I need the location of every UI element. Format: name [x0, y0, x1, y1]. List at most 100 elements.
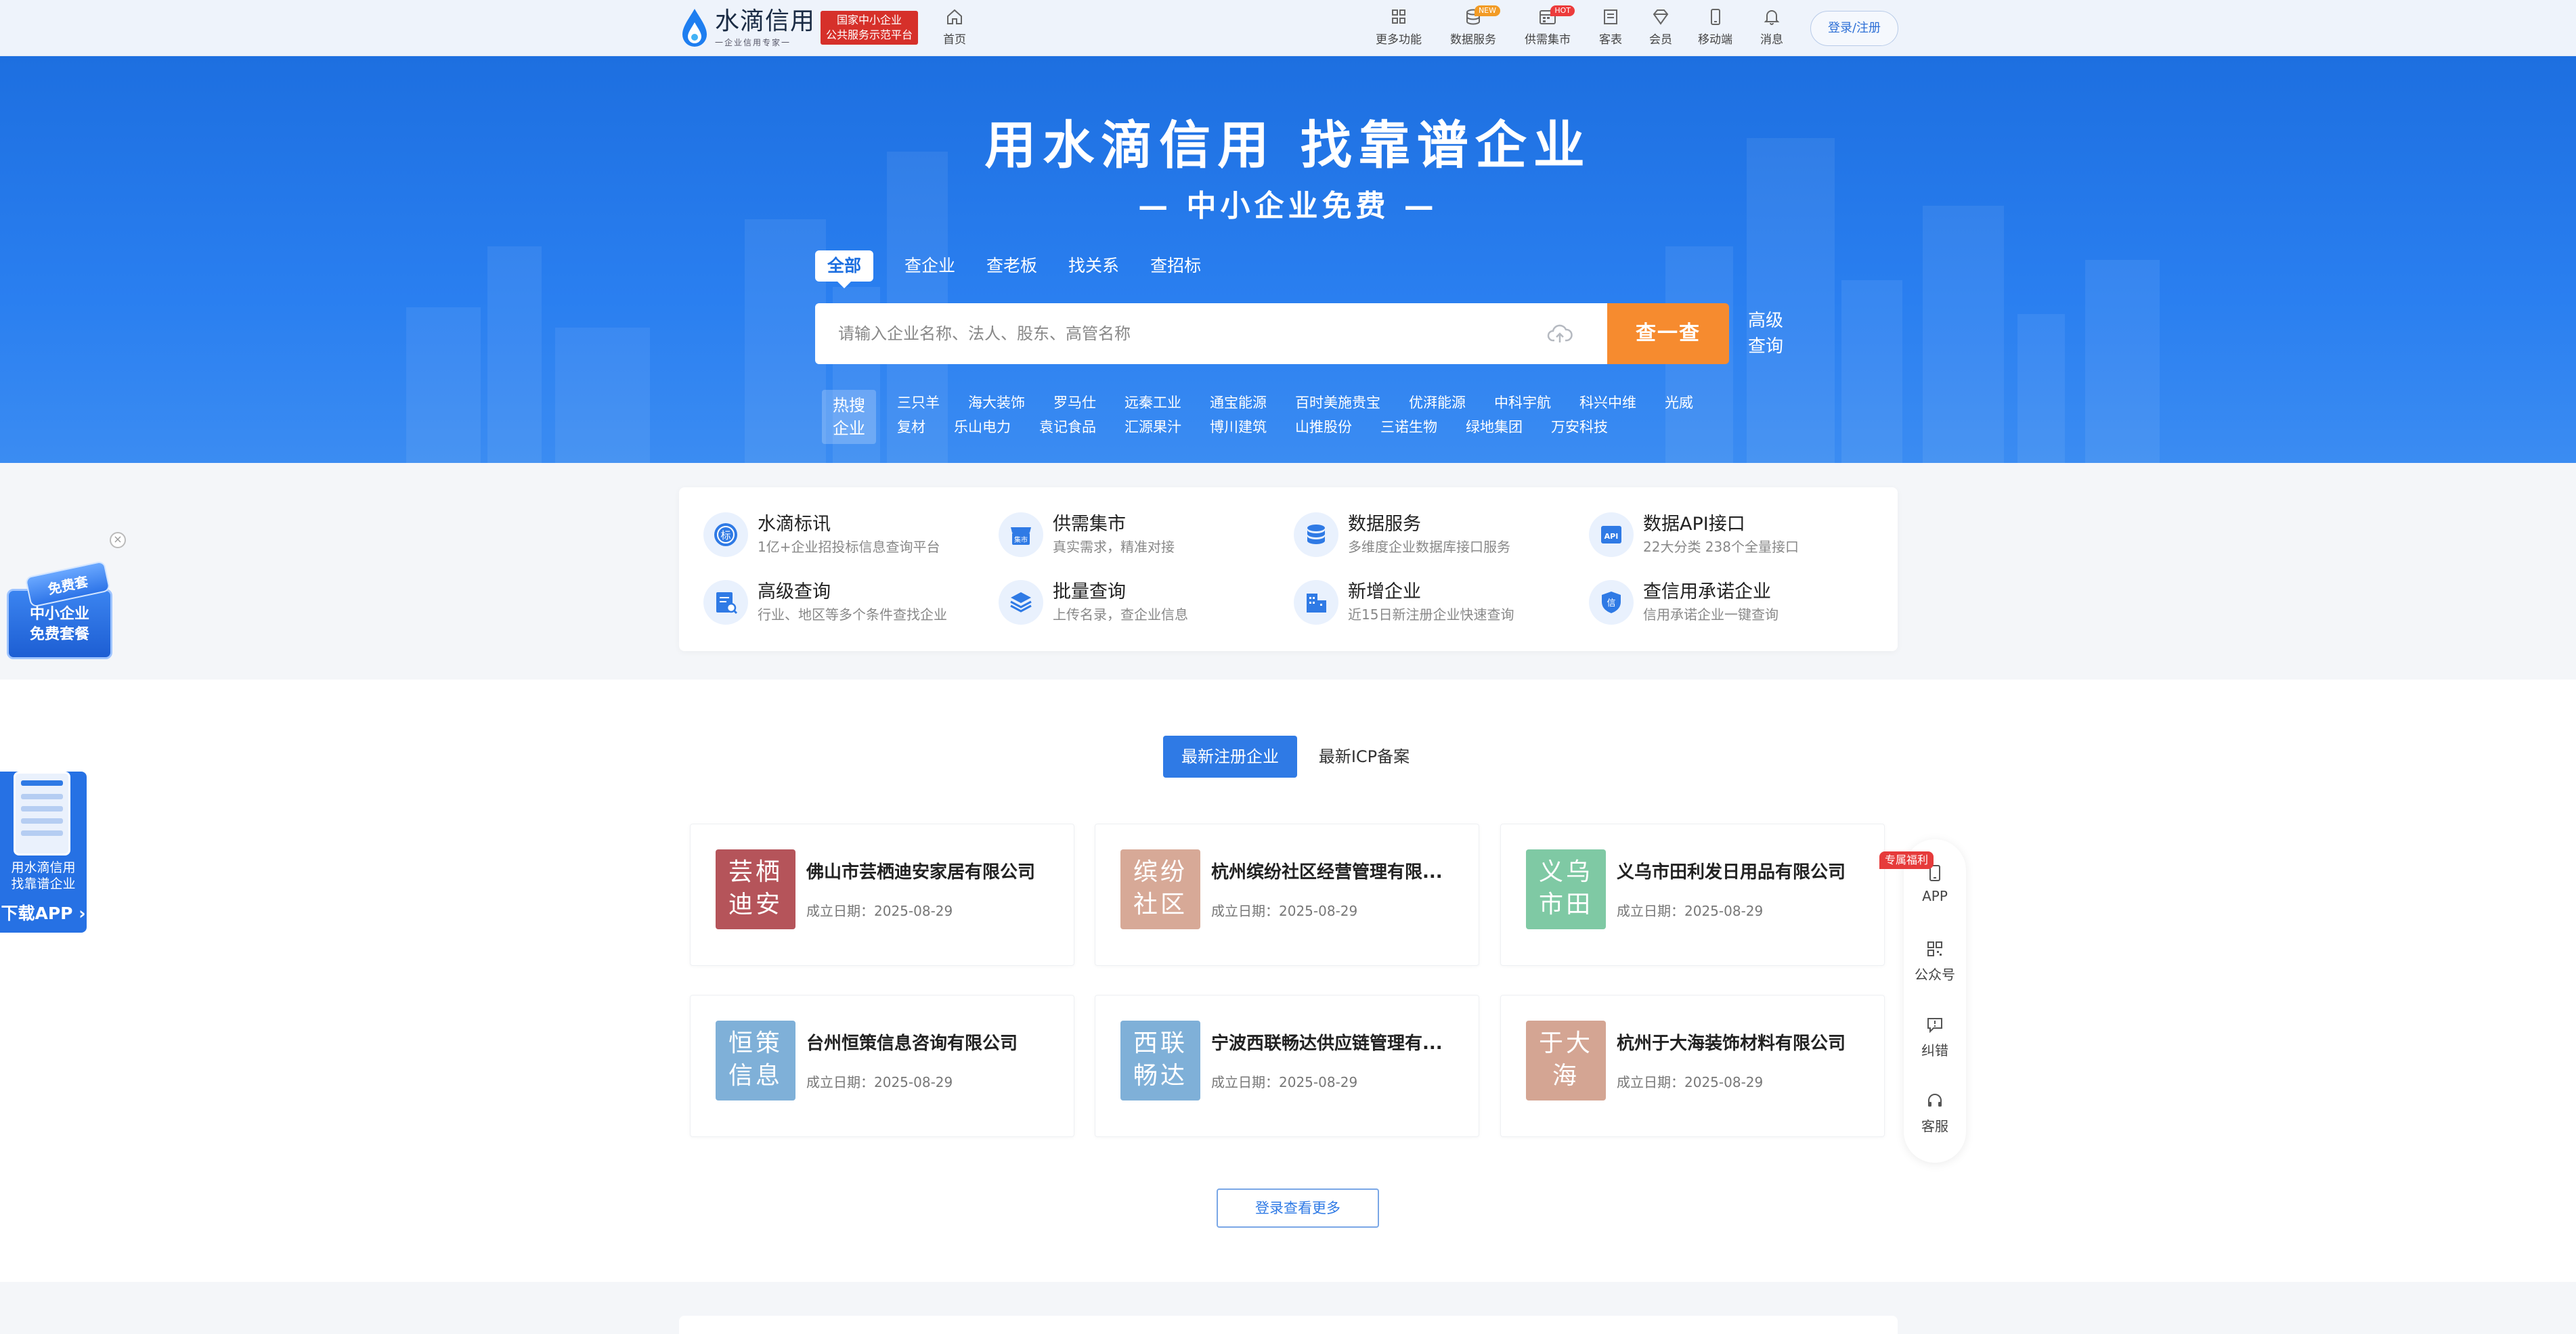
company-card[interactable]: 西联 畅达 宁波西联畅达供应链管理有... 成立日期：2025-08-29 — [1095, 995, 1479, 1137]
view-more-button[interactable]: 登录查看更多 — [1217, 1188, 1379, 1228]
free-package-line-2: 免费套餐 — [29, 626, 89, 643]
service-batch-query[interactable]: 批量查询 上传名录，查企业信息 — [999, 575, 1290, 629]
hot-search-item[interactable]: 袁记食品 — [1039, 415, 1096, 439]
tab-company[interactable]: 查企业 — [904, 250, 955, 282]
advanced-search-icon — [716, 592, 738, 615]
hot-search-item[interactable]: 百时美施贵宝 — [1295, 391, 1380, 415]
search-button[interactable]: 查一查 — [1607, 303, 1729, 364]
nav-item-label: 更多功能 — [1376, 33, 1422, 47]
nav-item-label: 客表 — [1599, 33, 1622, 47]
svg-text:信: 信 — [1607, 598, 1615, 608]
tab-boss[interactable]: 查老板 — [986, 250, 1037, 282]
nav-more-functions[interactable]: 更多功能 — [1376, 8, 1422, 47]
company-date: 成立日期：2025-08-29 — [1211, 1074, 1358, 1090]
hot-search-item[interactable]: 山推股份 — [1295, 415, 1352, 439]
nav-item-label: 移动端 — [1698, 33, 1732, 47]
hot-search-item[interactable]: 科兴中维 — [1579, 391, 1636, 415]
rbar-wechat[interactable]: 公众号 — [1904, 939, 1966, 983]
company-card[interactable]: 缤纷 社区 杭州缤纷社区经营管理有限... 成立日期：2025-08-29 — [1095, 824, 1479, 966]
rbar-label: 客服 — [1921, 1118, 1948, 1134]
close-icon[interactable]: × — [110, 532, 126, 548]
company-avatar: 于大海 — [1526, 1021, 1606, 1100]
hot-search-item[interactable]: 绿地集团 — [1466, 415, 1523, 439]
company-avatar: 西联 畅达 — [1120, 1021, 1200, 1100]
hot-search-item[interactable]: 远秦工业 — [1125, 391, 1181, 415]
service-api[interactable]: API 数据API接口 22大分类 238个全量接口 — [1589, 508, 1880, 562]
company-card[interactable]: 于大海 杭州于大海装饰材料有限公司 成立日期：2025-08-29 — [1500, 995, 1885, 1137]
hot-search-item[interactable]: 三只羊 — [897, 391, 940, 415]
bell-icon — [1764, 10, 1780, 25]
advanced-search-link[interactable]: 高级 查询 — [1748, 308, 1789, 359]
service-new-companies[interactable]: 新增企业 近15日新注册企业快速查询 — [1294, 575, 1585, 629]
exclusive-benefit-badge[interactable]: 专属福利 — [1879, 851, 1934, 869]
cloud-upload-icon[interactable] — [1546, 320, 1573, 347]
hot-search-item[interactable]: 乐山电力 — [954, 415, 1011, 439]
company-date: 成立日期：2025-08-29 — [806, 1074, 953, 1090]
rbar-support[interactable]: 客服 — [1904, 1091, 1966, 1135]
hot-search-row: 复材 乐山电力 袁记食品 汇源果汁 博川建筑 山推股份 三诺生物 绿地集团 万安科技 — [897, 415, 1777, 439]
service-title: 供需集市 — [1053, 514, 1126, 535]
hot-label-line-2: 企业 — [833, 419, 865, 438]
service-desc: 上传名录，查企业信息 — [1053, 606, 1188, 623]
hot-search-item[interactable]: 罗马仕 — [1053, 391, 1096, 415]
hot-search-label: 热搜 企业 — [822, 390, 876, 444]
tab-all[interactable]: 全部 — [815, 250, 874, 288]
database-icon — [1307, 525, 1325, 544]
home-icon — [947, 9, 962, 24]
hot-search-item[interactable]: 博川建筑 — [1210, 415, 1267, 439]
service-market[interactable]: 集市 供需集市 真实需求，精准对接 — [999, 508, 1290, 562]
search-input[interactable] — [815, 303, 1546, 364]
layers-icon — [1010, 592, 1032, 613]
company-card[interactable]: 义乌 市田 义乌市田利发日用品有限公司 成立日期：2025-08-29 — [1500, 824, 1885, 966]
hot-search-item[interactable]: 优湃能源 — [1409, 391, 1466, 415]
advanced-line-2: 查询 — [1748, 336, 1784, 357]
hot-search-item[interactable]: 复材 — [897, 415, 925, 439]
top-navbar: 水滴信用 一企业信用专家一 国家中小企业 公共服务示范平台 首页 更多功能 数据… — [0, 0, 2576, 56]
service-desc: 1亿+企业招投标信息查询平台 — [758, 539, 940, 555]
nav-supply-demand[interactable]: 供需集市 HOT — [1525, 5, 1575, 47]
nav-home[interactable]: 首页 — [938, 8, 972, 47]
nav-data-service[interactable]: 数据服务 NEW — [1450, 5, 1500, 47]
company-card[interactable]: 芸栖 迪安 佛山市芸栖迪安家居有限公司 成立日期：2025-08-29 — [690, 824, 1074, 966]
water-drop-logo-icon — [680, 7, 710, 48]
hot-search-item[interactable]: 万安科技 — [1551, 415, 1608, 439]
new-tag: NEW — [1474, 5, 1500, 16]
company-name: 佛山市芸栖迪安家居有限公司 — [806, 862, 1036, 883]
service-credit-promise[interactable]: 信 查信用承诺企业 信用承诺企业一键查询 — [1589, 575, 1880, 629]
nav-item-label: 供需集市 — [1525, 33, 1571, 47]
service-title: 高级查询 — [758, 581, 831, 602]
hot-search-item[interactable]: 海大装饰 — [968, 391, 1025, 415]
svg-text:API: API — [1604, 532, 1619, 541]
service-title: 数据服务 — [1348, 514, 1421, 535]
hot-search-item[interactable]: 中科宇航 — [1494, 391, 1551, 415]
nav-mobile[interactable]: 移动端 — [1698, 8, 1732, 47]
company-date: 成立日期：2025-08-29 — [1211, 903, 1358, 919]
nav-messages[interactable]: 消息 — [1760, 8, 1783, 47]
service-data[interactable]: 数据服务 多维度企业数据库接口服务 — [1294, 508, 1585, 562]
tab-relation[interactable]: 找关系 — [1068, 250, 1119, 282]
service-bid[interactable]: 标 水滴标讯 1亿+企业招投标信息查询平台 — [703, 508, 995, 562]
tab-latest-registered[interactable]: 最新注册企业 — [1163, 736, 1297, 778]
hot-search-item[interactable]: 通宝能源 — [1210, 391, 1267, 415]
right-float-bar: APP 公众号 纠错 客服 — [1904, 839, 1966, 1163]
nav-kebiao[interactable]: 客表 — [1599, 8, 1622, 47]
tab-bidding[interactable]: 查招标 — [1150, 250, 1201, 282]
nav-membership[interactable]: 会员 — [1649, 8, 1672, 47]
badge-line-2: 公共服务示范平台 — [826, 28, 913, 41]
company-card[interactable]: 恒策 信息 台州恒策信息咨询有限公司 成立日期：2025-08-29 — [690, 995, 1074, 1137]
service-advanced-query[interactable]: 高级查询行业、地区等多个条件查找企业 — [703, 575, 995, 629]
site-logo[interactable]: 水滴信用 一企业信用专家一 国家中小企业 公共服务示范平台 — [680, 7, 919, 49]
hot-search-item[interactable]: 三诺生物 — [1380, 415, 1437, 439]
phone-preview-icon — [14, 772, 70, 855]
hot-search-item[interactable]: 汇源果汁 — [1125, 415, 1181, 439]
tab-latest-icp[interactable]: 最新ICP备案 — [1313, 736, 1415, 778]
hot-search-item[interactable]: 光威 — [1665, 391, 1693, 415]
service-desc: 行业、地区等多个条件查找企业 — [758, 606, 947, 623]
rbar-feedback[interactable]: 纠错 — [1904, 1015, 1966, 1059]
rbar-app[interactable]: APP — [1904, 864, 1966, 904]
download-app-float[interactable]: 用水滴信用 找靠谱企业 下载APP › — [0, 772, 87, 933]
app-promo-line-1: 用水滴信用 — [11, 860, 76, 875]
company-name: 台州恒策信息咨询有限公司 — [806, 1033, 1018, 1054]
company-date: 成立日期：2025-08-29 — [1617, 1074, 1764, 1090]
login-register-button[interactable]: 登录/注册 — [1810, 11, 1898, 46]
